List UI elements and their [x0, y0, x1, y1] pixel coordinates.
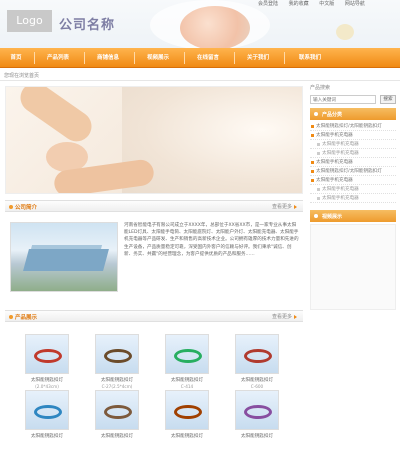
- section-title: 产品展示: [15, 315, 38, 321]
- nav-shop-info[interactable]: 商铺信息: [86, 48, 130, 68]
- main-nav: 首页 产品列表 商铺信息 视频展示 在线留言 关于我们 联系我们: [0, 48, 400, 68]
- product-name[interactable]: 太阳能钥匙扣灯: [17, 433, 77, 439]
- video-title: 视频展示: [322, 214, 343, 220]
- category-subitem[interactable]: 太阳能手机充电器: [310, 149, 396, 158]
- more-link-label[interactable]: 查看更多: [272, 314, 292, 320]
- category-item[interactable]: 太阳能手机充电器: [310, 158, 396, 167]
- nav-products[interactable]: 产品列表: [36, 48, 80, 68]
- logo[interactable]: Logo: [7, 10, 52, 32]
- category-item[interactable]: 太阳能钥匙扣灯/太阳能钥匙扣灯: [310, 167, 396, 176]
- product-name[interactable]: 太阳能钥匙扣灯: [157, 433, 217, 439]
- product-card[interactable]: 太阳能钥匙扣灯: [157, 390, 217, 439]
- search-input[interactable]: [310, 95, 376, 104]
- nav-home[interactable]: 首页: [0, 48, 32, 68]
- product-code: (2.0*43cm): [35, 384, 59, 389]
- bracelet-image: [34, 405, 62, 419]
- nav-message[interactable]: 在线留言: [186, 48, 230, 68]
- product-card[interactable]: 太阳能钥匙扣灯 C-600: [227, 334, 287, 389]
- bracelet-image: [104, 349, 132, 363]
- divider: [0, 80, 400, 81]
- product-image[interactable]: [165, 390, 209, 430]
- top-links: 会员登陆 我的收藏 中文版 网站导航: [258, 0, 374, 7]
- product-code: C-27(2.5*4cm): [101, 384, 133, 389]
- product-card[interactable]: 太阳能钥匙扣灯 C-27(2.5*4cm): [87, 334, 147, 389]
- chinese-version-link[interactable]: 中文版: [319, 0, 334, 7]
- product-image[interactable]: [95, 390, 139, 430]
- bracelet-image: [244, 405, 272, 419]
- category-item[interactable]: 太阳能手机充电器: [310, 176, 396, 185]
- nav-video[interactable]: 视频展示: [136, 48, 180, 68]
- factory-image: [10, 222, 118, 292]
- nav-separator: [134, 52, 135, 64]
- product-image[interactable]: [235, 334, 279, 374]
- product-card[interactable]: 太阳能钥匙扣灯 C-414: [157, 334, 217, 389]
- baby-leg: [14, 87, 98, 148]
- more-link[interactable]: 查看更多: [272, 313, 297, 320]
- bracelet-image: [174, 349, 202, 363]
- product-card[interactable]: 太阳能钥匙扣灯: [17, 390, 77, 439]
- banner-image: [5, 86, 303, 194]
- search-button[interactable]: 搜索: [380, 95, 396, 104]
- site-nav-link[interactable]: 网站导航: [345, 0, 365, 7]
- product-name[interactable]: 太阳能钥匙扣灯: [227, 433, 287, 439]
- bracelet-image: [174, 405, 202, 419]
- section-title: 公司简介: [15, 205, 38, 211]
- product-image[interactable]: [165, 334, 209, 374]
- login-link[interactable]: 会员登陆: [258, 0, 278, 7]
- category-title: 产品分类: [322, 112, 343, 118]
- category-item[interactable]: 太阳能钥匙扣灯/太阳能钥匙扣灯: [310, 122, 396, 131]
- product-name[interactable]: 太阳能钥匙扣灯: [157, 377, 217, 383]
- bullet-icon: [9, 315, 13, 319]
- company-name: 公司名称: [59, 18, 116, 33]
- product-card[interactable]: 太阳能钥匙扣灯 (2.0*43cm): [17, 334, 77, 389]
- teddy-bear-image: [336, 24, 354, 40]
- arrow-right-icon: [294, 204, 297, 209]
- product-name[interactable]: 太阳能钥匙扣灯: [87, 377, 147, 383]
- product-name[interactable]: 太阳能钥匙扣灯: [17, 377, 77, 383]
- products-header: 产品展示 查看更多: [5, 310, 303, 322]
- bullet-icon: [9, 205, 13, 209]
- product-card[interactable]: 太阳能钥匙扣灯: [87, 390, 147, 439]
- category-header: 产品分类: [310, 108, 396, 120]
- company-intro-text: 河南省智能电子有限公司成立于XXXX年，总部位于XX省XX市，是一家专业从事太阳…: [124, 223, 299, 257]
- nav-about[interactable]: 关于我们: [236, 48, 280, 68]
- building: [23, 249, 109, 271]
- more-link-label[interactable]: 查看更多: [272, 204, 292, 210]
- nav-separator: [34, 52, 35, 64]
- baby-image: [180, 6, 250, 48]
- video-header: 视频展示: [310, 210, 396, 222]
- product-image[interactable]: [25, 390, 69, 430]
- search-title: 产品搜索: [310, 85, 331, 91]
- nav-separator: [184, 52, 185, 64]
- nav-separator: [84, 52, 85, 64]
- category-subitem[interactable]: 太阳能手机充电器: [310, 140, 396, 149]
- nav-separator: [284, 52, 285, 64]
- nav-separator: [234, 52, 235, 64]
- more-link[interactable]: 查看更多: [272, 203, 297, 210]
- favorites-link[interactable]: 我的收藏: [289, 0, 309, 7]
- product-code: C-600: [250, 384, 264, 389]
- nav-contact[interactable]: 联系我们: [286, 48, 334, 68]
- product-card[interactable]: 太阳能钥匙扣灯: [227, 390, 287, 439]
- bracelet-image: [104, 405, 132, 419]
- breadcrumb: 您现在浏览首页: [4, 73, 40, 79]
- video-box[interactable]: [310, 224, 396, 310]
- category-subitem[interactable]: 太阳能手机充电器: [310, 194, 396, 203]
- product-image[interactable]: [25, 334, 69, 374]
- category-item[interactable]: 太阳能手机充电器: [310, 131, 396, 140]
- bracelet-image: [34, 349, 62, 363]
- product-image[interactable]: [235, 390, 279, 430]
- category-subitem[interactable]: 太阳能手机充电器: [310, 185, 396, 194]
- product-name[interactable]: 太阳能钥匙扣灯: [227, 377, 287, 383]
- company-intro-header: 公司简介 查看更多: [5, 200, 303, 212]
- product-image[interactable]: [95, 334, 139, 374]
- bullet-icon: [314, 112, 318, 116]
- product-name[interactable]: 太阳能钥匙扣灯: [87, 433, 147, 439]
- header: Logo 公司名称 会员登陆 我的收藏 中文版 网站导航: [0, 0, 400, 48]
- product-code: C-414: [180, 384, 194, 389]
- bracelet-image: [244, 349, 272, 363]
- arrow-right-icon: [294, 314, 297, 319]
- category-list: 太阳能钥匙扣灯/太阳能钥匙扣灯 太阳能手机充电器 太阳能手机充电器 太阳能手机充…: [310, 122, 396, 203]
- bullet-icon: [314, 214, 318, 218]
